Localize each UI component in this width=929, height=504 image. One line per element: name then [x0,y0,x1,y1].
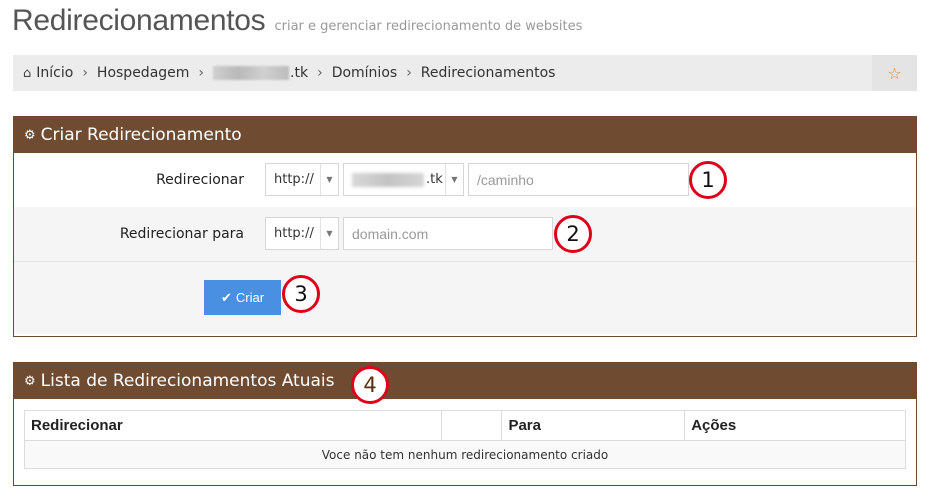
redirect-to-row: Redirecionar para http:// ▼ domain.com 2 [14,207,916,261]
breadcrumb: ⌂ Início › Hospedagem › .tk › Domínios ›… [13,55,917,91]
target-protocol-select[interactable]: http:// ▼ [265,217,339,250]
cogs-icon: ⚙ [24,127,36,143]
redirect-domain-value: .tk [426,172,443,187]
breadcrumb-item-hospedagem[interactable]: Hospedagem [97,65,190,81]
redirect-protocol-value: http:// [274,172,314,187]
annotation-marker-2: 2 [554,215,592,253]
redirect-from-row: Redirecionar http:// ▼ .tk ▼ /caminho 1 [14,153,916,207]
chevron-down-icon: ▼ [320,164,338,195]
redacted-domain [213,66,290,80]
list-panel-title: Lista de Redirecionamentos Atuais [40,371,335,391]
annotation-marker-1: 1 [689,161,727,199]
favorite-button[interactable]: ☆ [872,55,917,91]
breadcrumb-separator: › [317,65,323,81]
table-header-row: Redirecionar Para Ações [24,410,906,441]
target-protocol-value: http:// [274,226,314,241]
list-panel-header: ⚙ Lista de Redirecionamentos Atuais [14,363,916,399]
redirect-path-input[interactable]: /caminho [468,163,689,196]
create-panel-header: ⚙ Criar Redirecionamento [14,117,916,153]
page-header: Redirecionamentos criar e gerenciar redi… [12,4,582,38]
redirect-from-label: Redirecionar [156,172,244,188]
breadcrumb-separator: › [406,65,412,81]
page-subtitle: criar e gerenciar redirecionamento de we… [274,19,583,34]
redirect-protocol-select[interactable]: http:// ▼ [265,163,339,196]
breadcrumb-separator: › [198,65,205,81]
create-button-label: Criar [235,290,265,305]
star-icon: ☆ [887,63,902,83]
breadcrumb-item-redirecionamentos: Redirecionamentos [420,65,556,81]
redirect-path-placeholder: /caminho [477,171,534,188]
column-header-blank [440,410,503,441]
target-domain-placeholder: domain.com [352,225,429,242]
create-panel-title: Criar Redirecionamento [40,125,242,145]
redirects-table: Redirecionar Para Ações Voce não tem nen… [24,410,906,469]
breadcrumb-domain-suffix: .tk [290,65,309,81]
redirect-to-label: Redirecionar para [119,226,244,242]
chevron-down-icon: ▼ [445,164,463,195]
breadcrumb-item-dominios[interactable]: Domínios [332,65,398,81]
create-button[interactable]: ✔ Criar [204,280,281,315]
table-row: Voce não tem nenhum redirecionamento cri… [24,440,906,469]
target-domain-input[interactable]: domain.com [343,217,553,250]
annotation-marker-4: 4 [351,366,389,404]
check-icon: ✔ [220,289,232,305]
empty-table-message: Voce não tem nenhum redirecionamento cri… [24,440,906,469]
cogs-icon: ⚙ [24,373,36,389]
column-header-redirecionar: Redirecionar [24,410,442,441]
annotation-marker-3: 3 [282,275,320,313]
breadcrumb-item-inicio[interactable]: Início [36,65,73,81]
home-icon: ⌂ [23,65,32,81]
page-title: Redirecionamentos [12,4,266,37]
redirect-domain-select[interactable]: .tk ▼ [343,163,464,196]
form-actions: ✔ Criar 3 [14,261,916,334]
create-redirect-panel: ⚙ Criar Redirecionamento Redirecionar ht… [13,116,917,337]
redirect-list-panel: ⚙ Lista de Redirecionamentos Atuais 4 Re… [13,362,917,486]
redacted-domain [352,172,424,187]
chevron-down-icon: ▼ [320,218,338,249]
column-header-acoes: Ações [684,410,906,441]
breadcrumb-separator: › [82,65,88,81]
breadcrumb-item-domain[interactable]: .tk [213,65,308,81]
column-header-para: Para [501,410,686,441]
